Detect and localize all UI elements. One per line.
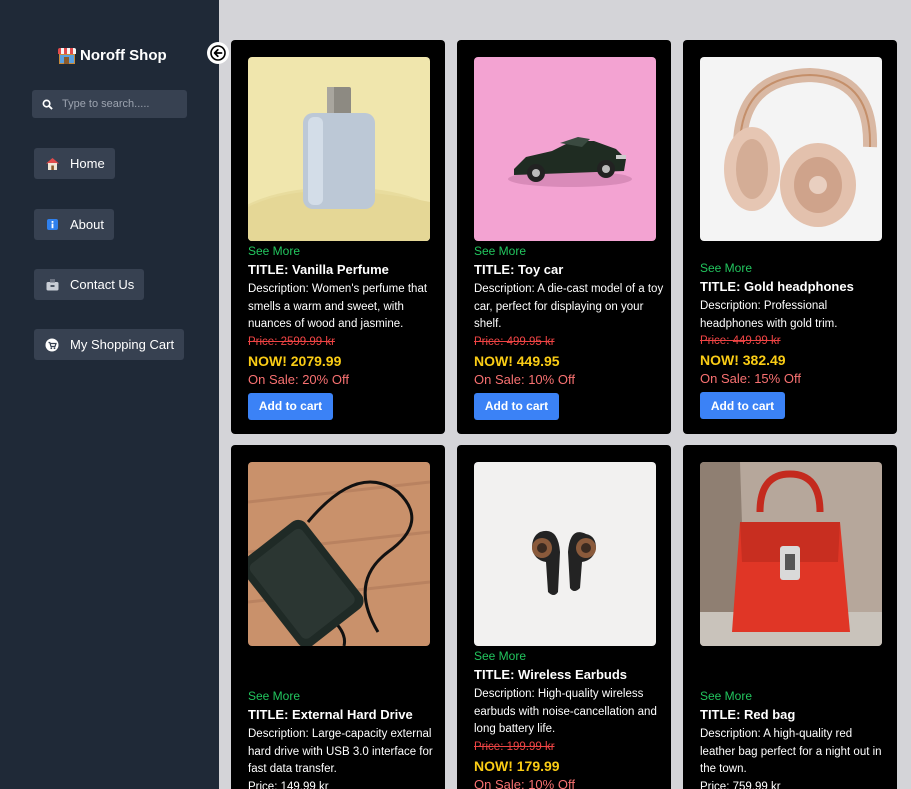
see-more-link[interactable]: See More [248, 689, 438, 704]
product-original-price: Price: 2599.99 kr [248, 335, 335, 348]
see-more-link[interactable]: See More [248, 244, 438, 259]
see-more-link[interactable]: See More [700, 689, 890, 704]
product-details: See More TITLE: Vanilla Perfume Descript… [248, 244, 438, 420]
product-description: Description: Women's perfume that smells… [248, 283, 428, 330]
search-icon [32, 99, 62, 110]
see-more-link[interactable]: See More [474, 649, 664, 664]
collapse-sidebar-button[interactable] [207, 42, 229, 64]
product-card-vanilla-perfume: See More TITLE: Vanilla Perfume Descript… [231, 40, 445, 434]
product-description: Description: Large-capacity external har… [248, 728, 433, 775]
nav-about-label: About [70, 217, 104, 232]
sidebar: Noroff Shop Home About Contact Us My Sho… [0, 0, 219, 789]
nav-home-button[interactable]: Home [34, 148, 115, 179]
product-title: TITLE: Gold headphones [700, 279, 854, 294]
search-box [32, 90, 187, 118]
product-details: See More TITLE: Gold headphones Descript… [700, 261, 890, 419]
add-to-cart-button[interactable]: Add to cart [474, 392, 559, 420]
product-price: Price: 759.99 kr [700, 780, 781, 789]
see-more-link[interactable]: See More [700, 261, 890, 276]
product-details: See More TITLE: External Hard Drive Desc… [248, 689, 438, 789]
nav-contact-button[interactable]: Contact Us [34, 269, 145, 300]
product-image-gold-headphones[interactable] [700, 57, 882, 241]
product-description: Description: A die-cast model of a toy c… [474, 283, 664, 330]
product-description: Description: High-quality wireless earbu… [474, 688, 657, 735]
info-icon [45, 218, 59, 232]
product-image-vanilla-perfume[interactable] [248, 57, 430, 241]
product-description: Description: A high-quality red leather … [700, 728, 882, 775]
product-discount: On Sale: 10% Off [474, 371, 575, 387]
product-price: Price: 149.99 kr [248, 780, 329, 789]
see-more-link[interactable]: See More [474, 244, 664, 259]
product-sale-price: NOW! 382.49 [700, 352, 786, 368]
add-to-cart-button[interactable]: Add to cart [700, 392, 785, 419]
product-card-gold-headphones: See More TITLE: Gold headphones Descript… [683, 40, 897, 434]
house-icon [45, 157, 59, 171]
search-input[interactable] [62, 98, 177, 110]
product-title: TITLE: Red bag [700, 707, 796, 722]
nav-about-button[interactable]: About [34, 209, 114, 240]
shopping-cart-icon [45, 338, 59, 352]
product-description: Description: Professional headphones wit… [700, 300, 838, 330]
product-image-red-bag[interactable] [700, 462, 882, 646]
product-sale-price: NOW! 179.99 [474, 757, 560, 774]
product-original-price: Price: 199.99 kr [474, 740, 555, 753]
product-title: TITLE: Vanilla Perfume [248, 262, 389, 277]
product-title: TITLE: Wireless Earbuds [474, 667, 628, 682]
product-card-red-bag: See More TITLE: Red bag Description: A h… [683, 445, 897, 789]
product-details: See More TITLE: Wireless Earbuds Descrip… [474, 649, 664, 789]
product-details: See More TITLE: Toy car Description: A d… [474, 244, 664, 420]
product-discount: On Sale: 15% Off [700, 371, 801, 386]
nav-cart-button[interactable]: My Shopping Cart [34, 329, 185, 360]
product-details: See More TITLE: Red bag Description: A h… [700, 689, 890, 789]
product-title: TITLE: Toy car [474, 262, 564, 277]
brand[interactable]: Noroff Shop [58, 47, 167, 64]
product-card-wireless-earbuds: See More TITLE: Wireless Earbuds Descrip… [457, 445, 671, 789]
nav-cart-label: My Shopping Cart [70, 337, 175, 352]
product-image-toy-car[interactable] [474, 57, 656, 241]
product-card-external-hard-drive: See More TITLE: External Hard Drive Desc… [231, 445, 445, 789]
brand-name: Noroff Shop [80, 47, 167, 64]
product-sale-price: NOW! 449.95 [474, 352, 560, 369]
product-sale-price: NOW! 2079.99 [248, 352, 342, 369]
product-original-price: Price: 499.95 kr [474, 335, 555, 348]
shop-icon [58, 47, 76, 64]
product-original-price: Price: 449.99 kr [700, 335, 781, 347]
nav-contact-label: Contact Us [70, 277, 135, 292]
arrow-left-icon [210, 45, 226, 61]
product-discount: On Sale: 20% Off [248, 371, 349, 387]
product-image-wireless-earbuds[interactable] [474, 462, 656, 646]
nav-home-label: Home [70, 156, 105, 171]
product-discount: On Sale: 10% Off [474, 776, 575, 789]
product-card-toy-car: See More TITLE: Toy car Description: A d… [457, 40, 671, 434]
product-image-external-hard-drive[interactable] [248, 462, 430, 646]
mailbox-icon [45, 278, 59, 292]
product-title: TITLE: External Hard Drive [248, 707, 413, 722]
add-to-cart-button[interactable]: Add to cart [248, 392, 333, 420]
